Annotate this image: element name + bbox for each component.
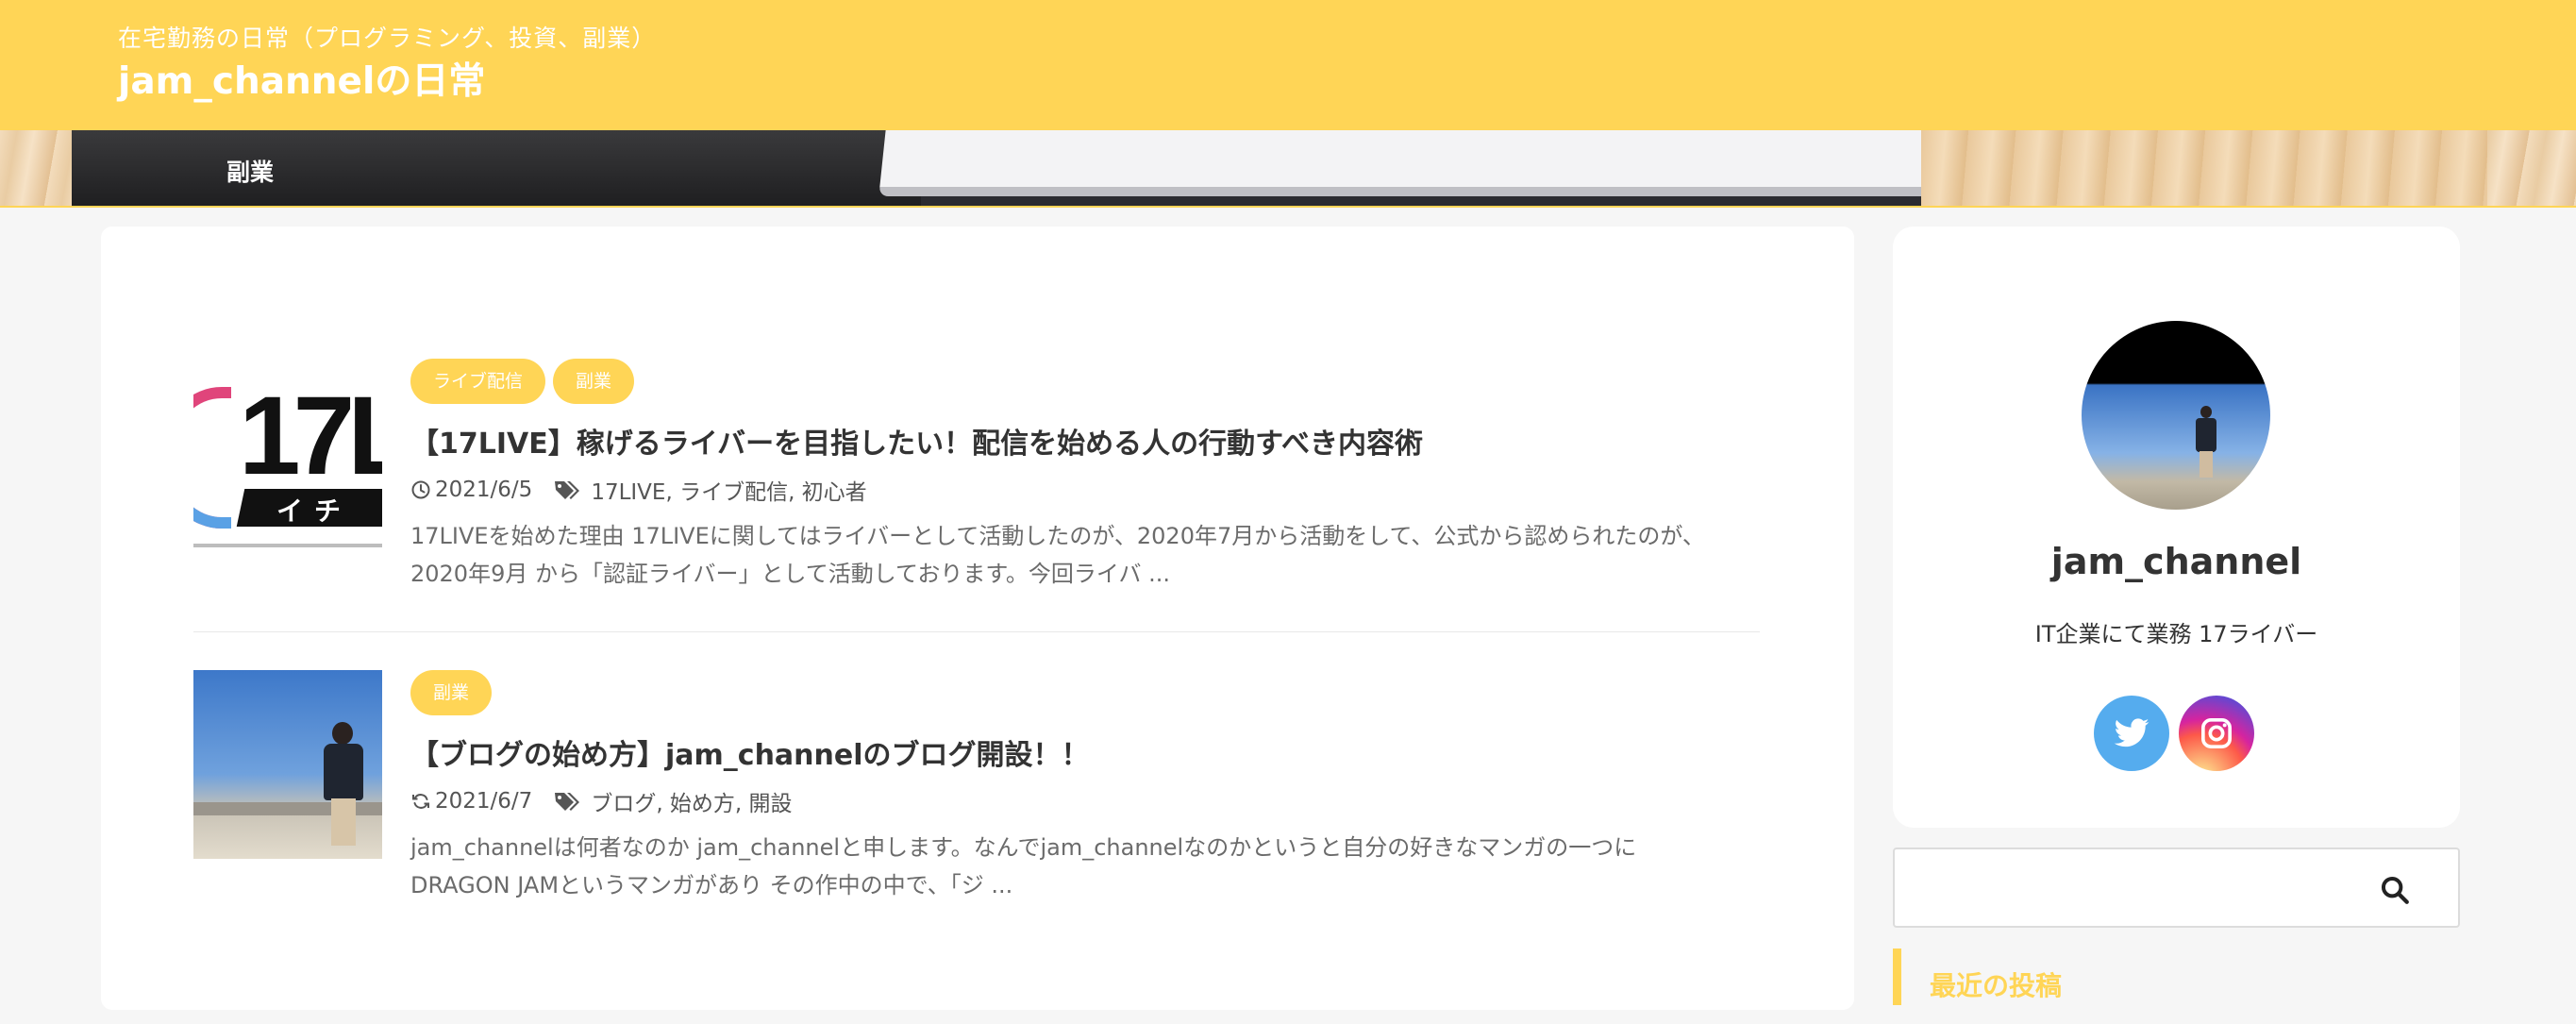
photo-person-head: [332, 722, 353, 745]
twitter-button[interactable]: [2094, 696, 2169, 771]
post-date: 2021/6/5: [435, 478, 533, 502]
nav-banner-image: [72, 130, 2487, 206]
profile-name: jam_channel: [2050, 541, 2302, 582]
site-title-link[interactable]: jam_channelの日常: [118, 52, 485, 105]
recent-posts-heading: 最近の投稿: [1893, 948, 2460, 1005]
twitter-icon: [2114, 718, 2149, 747]
category-badge[interactable]: 副業: [553, 359, 635, 404]
recent-posts-title: 最近の投稿: [1930, 970, 2063, 1001]
avatar-person-body: [2196, 418, 2216, 452]
post-excerpt: jam_channelは何者なのか jam_channelと申します。なんでja…: [410, 834, 1637, 898]
profile-bio: IT企業にて業務 17ライバー: [2034, 621, 2318, 647]
site-tagline: 在宅勤務の日常（プログラミング、投資、副業）: [118, 25, 657, 52]
avatar-person-head: [2200, 406, 2212, 418]
desk-wood-image: [1921, 130, 2487, 206]
avatar-person-legs: [2200, 451, 2213, 478]
category-badge[interactable]: 副業: [410, 670, 493, 715]
post-thumbnail[interactable]: 17LI イチ: [193, 359, 382, 547]
17live-logo-subtext: イチ: [276, 495, 353, 527]
17live-logo-ring-accent: [193, 448, 231, 529]
laptop-screen-image: [878, 130, 1945, 196]
nav-item-fukugyo[interactable]: 副業: [226, 154, 274, 188]
clock-icon: [411, 480, 430, 499]
post-categories: 副業: [410, 670, 493, 715]
refresh-icon: [412, 794, 429, 809]
post-excerpt: 17LIVEを始めた理由 17LIVEに関してはライバーとして活動したのが、20…: [410, 523, 1705, 587]
post-title[interactable]: 【ブログの始め方】jam_channelのブログ開設！！: [410, 731, 1090, 773]
tag-icon: [555, 793, 580, 811]
post-date: 2021/6/7: [435, 789, 533, 814]
photo-person-body: [324, 744, 363, 800]
search-input[interactable]: [1895, 849, 2367, 926]
photo-person-legs: [331, 798, 356, 846]
post-title[interactable]: 【17LIVE】稼げるライバーを目指したい！配信を始める人の行動すべき内容術: [410, 420, 1423, 462]
post-thumbnail[interactable]: [193, 670, 382, 859]
laptop-keyboard-image: [921, 196, 1959, 206]
avatar: [2082, 321, 2270, 510]
search-icon[interactable]: [2379, 874, 2411, 906]
post-meta: 2021/6/5 17LIVE, ライブ配信, 初心者: [410, 474, 867, 506]
site-header: 在宅勤務の日常（プログラミング、投資、副業） jam_channelの日常: [0, 0, 2576, 130]
category-badge[interactable]: ライブ配信: [410, 359, 546, 404]
profile-widget: jam_channel IT企業にて業務 17ライバー: [1893, 227, 2460, 828]
instagram-icon: [2201, 718, 2232, 748]
instagram-button[interactable]: [2179, 696, 2254, 771]
tag-icon: [555, 481, 580, 499]
global-nav: 副業: [0, 130, 2576, 208]
post-list-item[interactable]: 副業 【ブログの始め方】jam_channelのブログ開設！！ 2021/6/7…: [193, 670, 1760, 915]
post-tags[interactable]: ブログ, 始め方, 開設: [591, 785, 792, 817]
post-tags[interactable]: 17LIVE, ライブ配信, 初心者: [591, 474, 866, 506]
post-categories: ライブ配信 副業: [410, 359, 635, 404]
post-list-item[interactable]: 17LI イチ ライブ配信 副業 【17LIVE】稼げるライバーを目指したい！配…: [193, 359, 1760, 632]
17live-logo-text: 17LI: [239, 374, 382, 498]
search-widget: [1893, 848, 2460, 928]
post-meta: 2021/6/7 ブログ, 始め方, 開設: [410, 785, 793, 817]
